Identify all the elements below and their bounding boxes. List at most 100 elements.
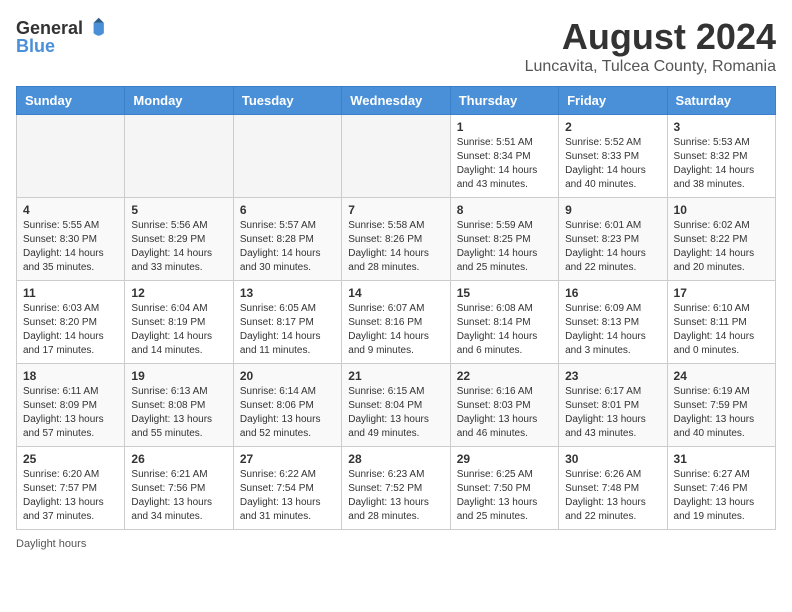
day-number: 12 bbox=[131, 286, 226, 300]
day-number: 18 bbox=[23, 369, 118, 383]
day-number: 23 bbox=[565, 369, 660, 383]
calendar-cell: 5 Sunrise: 5:56 AM Sunset: 8:29 PM Daylig… bbox=[125, 198, 233, 281]
day-info: Sunrise: 5:53 AM Sunset: 8:32 PM Dayligh… bbox=[674, 136, 769, 192]
day-number: 8 bbox=[457, 203, 552, 217]
day-number: 25 bbox=[23, 452, 118, 466]
calendar-cell: 25 Sunrise: 6:20 AM Sunset: 7:57 PM Dayli… bbox=[17, 447, 125, 530]
day-info: Sunrise: 6:01 AM Sunset: 8:23 PM Dayligh… bbox=[565, 219, 660, 275]
day-info: Sunrise: 6:10 AM Sunset: 8:11 PM Dayligh… bbox=[674, 302, 769, 358]
day-info: Sunrise: 6:17 AM Sunset: 8:01 PM Dayligh… bbox=[565, 385, 660, 441]
day-info: Sunrise: 6:14 AM Sunset: 8:06 PM Dayligh… bbox=[240, 385, 335, 441]
day-info: Sunrise: 6:22 AM Sunset: 7:54 PM Dayligh… bbox=[240, 468, 335, 524]
day-info: Sunrise: 5:58 AM Sunset: 8:26 PM Dayligh… bbox=[348, 219, 443, 275]
calendar-table: SundayMondayTuesdayWednesdayThursdayFrid… bbox=[16, 86, 776, 530]
calendar-cell: 26 Sunrise: 6:21 AM Sunset: 7:56 PM Dayli… bbox=[125, 447, 233, 530]
daylight-label: Daylight hours bbox=[16, 538, 86, 550]
day-number: 17 bbox=[674, 286, 769, 300]
day-number: 22 bbox=[457, 369, 552, 383]
calendar-cell bbox=[125, 115, 233, 198]
calendar-cell: 13Sunrise: 6:05 AM Sunset: 8:17 PM Dayli… bbox=[233, 281, 341, 364]
day-info: Sunrise: 6:13 AM Sunset: 8:08 PM Dayligh… bbox=[131, 385, 226, 441]
calendar-cell: 19 Sunrise: 6:13 AM Sunset: 8:08 PM Dayli… bbox=[125, 364, 233, 447]
calendar-cell: 21 Sunrise: 6:15 AM Sunset: 8:04 PM Dayli… bbox=[342, 364, 450, 447]
day-info: Sunrise: 6:20 AM Sunset: 7:57 PM Dayligh… bbox=[23, 468, 118, 524]
day-info: Sunrise: 5:55 AM Sunset: 8:30 PM Dayligh… bbox=[23, 219, 118, 275]
calendar-cell: 28 Sunrise: 6:23 AM Sunset: 7:52 PM Dayli… bbox=[342, 447, 450, 530]
day-number: 20 bbox=[240, 369, 335, 383]
day-info: Sunrise: 5:57 AM Sunset: 8:28 PM Dayligh… bbox=[240, 219, 335, 275]
calendar-cell: 3 Sunrise: 5:53 AM Sunset: 8:32 PM Daylig… bbox=[667, 115, 775, 198]
calendar-cell: 29Sunrise: 6:25 AM Sunset: 7:50 PM Dayli… bbox=[450, 447, 558, 530]
day-info: Sunrise: 6:07 AM Sunset: 8:16 PM Dayligh… bbox=[348, 302, 443, 358]
calendar-cell: 10 Sunrise: 6:02 AM Sunset: 8:22 PM Dayli… bbox=[667, 198, 775, 281]
day-number: 9 bbox=[565, 203, 660, 217]
day-header-wednesday: Wednesday bbox=[342, 87, 450, 115]
day-number: 15 bbox=[457, 286, 552, 300]
day-number: 11 bbox=[23, 286, 118, 300]
day-info: Sunrise: 6:19 AM Sunset: 7:59 PM Dayligh… bbox=[674, 385, 769, 441]
day-number: 1 bbox=[457, 120, 552, 134]
day-info: Sunrise: 5:56 AM Sunset: 8:29 PM Dayligh… bbox=[131, 219, 226, 275]
calendar-cell: 30 Sunrise: 6:26 AM Sunset: 7:48 PM Dayli… bbox=[559, 447, 667, 530]
day-info: Sunrise: 5:52 AM Sunset: 8:33 PM Dayligh… bbox=[565, 136, 660, 192]
day-info: Sunrise: 6:26 AM Sunset: 7:48 PM Dayligh… bbox=[565, 468, 660, 524]
calendar-cell: 17 Sunrise: 6:10 AM Sunset: 8:11 PM Dayli… bbox=[667, 281, 775, 364]
calendar-body: 1 Sunrise: 5:51 AM Sunset: 8:34 PM Daylig… bbox=[17, 115, 776, 530]
day-number: 27 bbox=[240, 452, 335, 466]
calendar-cell: 27 Sunrise: 6:22 AM Sunset: 7:54 PM Dayli… bbox=[233, 447, 341, 530]
calendar-cell: 23 Sunrise: 6:17 AM Sunset: 8:01 PM Dayli… bbox=[559, 364, 667, 447]
day-number: 30 bbox=[565, 452, 660, 466]
calendar-cell: 4 Sunrise: 5:55 AM Sunset: 8:30 PM Daylig… bbox=[17, 198, 125, 281]
day-number: 26 bbox=[131, 452, 226, 466]
week-row-4: 18 Sunrise: 6:11 AM Sunset: 8:09 PM Dayli… bbox=[17, 364, 776, 447]
day-info: Sunrise: 6:04 AM Sunset: 8:19 PM Dayligh… bbox=[131, 302, 226, 358]
day-header-saturday: Saturday bbox=[667, 87, 775, 115]
calendar-cell bbox=[17, 115, 125, 198]
day-info: Sunrise: 6:21 AM Sunset: 7:56 PM Dayligh… bbox=[131, 468, 226, 524]
calendar-cell: 20 Sunrise: 6:14 AM Sunset: 8:06 PM Dayli… bbox=[233, 364, 341, 447]
day-number: 21 bbox=[348, 369, 443, 383]
day-info: Sunrise: 6:23 AM Sunset: 7:52 PM Dayligh… bbox=[348, 468, 443, 524]
logo-icon bbox=[85, 16, 109, 40]
day-number: 31 bbox=[674, 452, 769, 466]
logo-text-blue: Blue bbox=[16, 36, 55, 57]
day-info: Sunrise: 6:03 AM Sunset: 8:20 PM Dayligh… bbox=[23, 302, 118, 358]
day-info: Sunrise: 5:51 AM Sunset: 8:34 PM Dayligh… bbox=[457, 136, 552, 192]
calendar-cell: 2Sunrise: 5:52 AM Sunset: 8:33 PM Daylig… bbox=[559, 115, 667, 198]
calendar-title: August 2024 bbox=[525, 16, 776, 58]
day-number: 10 bbox=[674, 203, 769, 217]
day-number: 6 bbox=[240, 203, 335, 217]
title-block: August 2024 Luncavita, Tulcea County, Ro… bbox=[525, 16, 776, 76]
week-row-5: 25 Sunrise: 6:20 AM Sunset: 7:57 PM Dayli… bbox=[17, 447, 776, 530]
calendar-cell: 22Sunrise: 6:16 AM Sunset: 8:03 PM Dayli… bbox=[450, 364, 558, 447]
calendar-subtitle: Luncavita, Tulcea County, Romania bbox=[525, 58, 776, 76]
day-info: Sunrise: 6:25 AM Sunset: 7:50 PM Dayligh… bbox=[457, 468, 552, 524]
calendar-cell: 11 Sunrise: 6:03 AM Sunset: 8:20 PM Dayli… bbox=[17, 281, 125, 364]
day-info: Sunrise: 6:15 AM Sunset: 8:04 PM Dayligh… bbox=[348, 385, 443, 441]
calendar-cell: 9 Sunrise: 6:01 AM Sunset: 8:23 PM Daylig… bbox=[559, 198, 667, 281]
logo: General Blue bbox=[16, 16, 109, 57]
calendar-cell: 7Sunrise: 5:58 AM Sunset: 8:26 PM Daylig… bbox=[342, 198, 450, 281]
day-number: 28 bbox=[348, 452, 443, 466]
day-header-tuesday: Tuesday bbox=[233, 87, 341, 115]
page-header: General Blue August 2024 Luncavita, Tulc… bbox=[16, 16, 776, 76]
day-number: 19 bbox=[131, 369, 226, 383]
day-header-monday: Monday bbox=[125, 87, 233, 115]
calendar-cell bbox=[342, 115, 450, 198]
day-number: 3 bbox=[674, 120, 769, 134]
day-info: Sunrise: 6:02 AM Sunset: 8:22 PM Dayligh… bbox=[674, 219, 769, 275]
calendar-cell: 15 Sunrise: 6:08 AM Sunset: 8:14 PM Dayli… bbox=[450, 281, 558, 364]
day-number: 24 bbox=[674, 369, 769, 383]
day-number: 5 bbox=[131, 203, 226, 217]
day-info: Sunrise: 6:05 AM Sunset: 8:17 PM Dayligh… bbox=[240, 302, 335, 358]
day-info: Sunrise: 6:11 AM Sunset: 8:09 PM Dayligh… bbox=[23, 385, 118, 441]
day-header-sunday: Sunday bbox=[17, 87, 125, 115]
day-info: Sunrise: 6:08 AM Sunset: 8:14 PM Dayligh… bbox=[457, 302, 552, 358]
day-number: 4 bbox=[23, 203, 118, 217]
calendar-header-row: SundayMondayTuesdayWednesdayThursdayFrid… bbox=[17, 87, 776, 115]
day-header-thursday: Thursday bbox=[450, 87, 558, 115]
calendar-cell: 6 Sunrise: 5:57 AM Sunset: 8:28 PM Daylig… bbox=[233, 198, 341, 281]
week-row-1: 1 Sunrise: 5:51 AM Sunset: 8:34 PM Daylig… bbox=[17, 115, 776, 198]
calendar-cell: 14 Sunrise: 6:07 AM Sunset: 8:16 PM Dayli… bbox=[342, 281, 450, 364]
day-number: 14 bbox=[348, 286, 443, 300]
